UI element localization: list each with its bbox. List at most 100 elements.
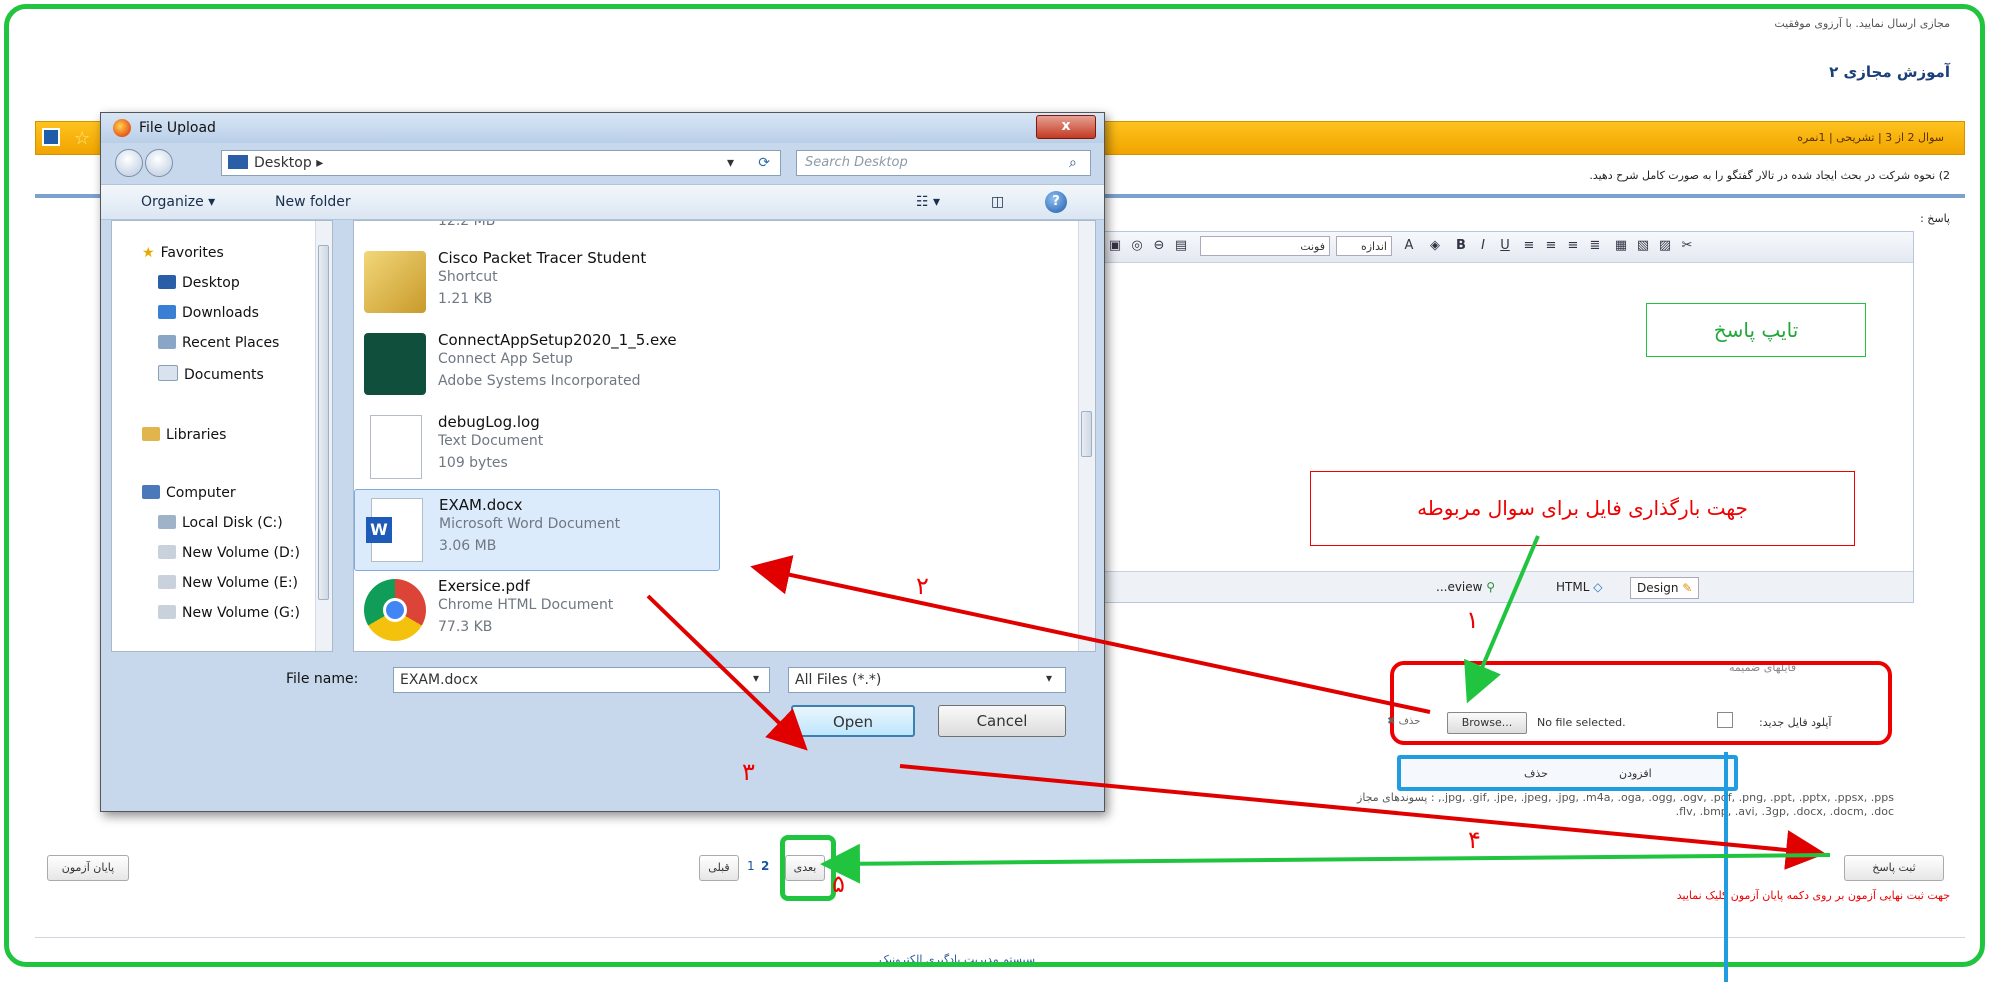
copy-icon[interactable]: ▧ [1634, 237, 1652, 255]
allowed-formats: پسوندهای مجاز : ,.jpg, .gif, .jpe, .jpeg… [1099, 791, 1894, 819]
footer-divider [35, 937, 1965, 938]
chrome-center [383, 598, 407, 622]
editor-mode-bar: ...eview ⚲ HTML ◇ Design ✎ [1100, 571, 1913, 602]
bold-icon[interactable]: B [1452, 237, 1470, 255]
chevron-down-icon[interactable]: ▾ [1046, 671, 1052, 685]
nav-volume-d[interactable]: New Volume (D:) [158, 545, 300, 561]
chevron-right-icon: ▸ [316, 155, 324, 171]
star-icon[interactable]: ☆ [74, 128, 90, 149]
nav-documents-label: Documents [184, 367, 264, 383]
image-icon[interactable]: ▣ [1106, 237, 1124, 255]
forward-icon[interactable] [145, 149, 173, 177]
nav-volume-e[interactable]: New Volume (E:) [158, 575, 298, 591]
organize-button[interactable]: Organize ▾ [141, 194, 215, 210]
design-mode-button[interactable]: Design ✎ [1630, 577, 1700, 599]
nav-libraries[interactable]: Libraries [142, 427, 226, 443]
page-number-1[interactable]: 1 [747, 859, 755, 873]
list-item-selected[interactable]: W EXAM.docx Microsoft Word Document 3.06… [354, 489, 720, 571]
file-list-scroll-thumb[interactable] [1081, 411, 1092, 457]
underline-icon[interactable]: U [1496, 237, 1514, 255]
list-item[interactable]: ConnectAppSetup2020_1_5.exe Connect App … [354, 325, 1064, 407]
file-list-scrollbar[interactable] [1078, 221, 1095, 651]
remove-file-link[interactable]: حذف ✖ [1387, 716, 1420, 727]
question-text: 2) نحوه شرکت در بحث ایجاد شده در تالار گ… [1589, 169, 1950, 182]
answer-editor[interactable]: ▣ ◎ ⊖ ▤ فونت اندازه A ◈ B I U ≡ ≡ ≡ ≣ ▦ … [1099, 231, 1914, 603]
nav-scroll-thumb[interactable] [318, 245, 329, 600]
align-center-icon[interactable]: ≡ [1542, 237, 1560, 255]
nav-computer[interactable]: Computer [142, 485, 236, 501]
html-mode-button[interactable]: HTML ◇ [1550, 577, 1608, 597]
font-select[interactable]: فونت [1200, 236, 1330, 256]
drive-icon [158, 575, 176, 589]
nav-scrollbar[interactable] [315, 221, 332, 651]
help-icon[interactable]: ◎ [1128, 237, 1146, 255]
font-color-icon[interactable]: A [1400, 237, 1418, 255]
top-note: مجازی ارسال نمایید. با آرزوی موفقیت [1774, 17, 1950, 30]
search-icon[interactable]: ⌕ [1069, 155, 1077, 171]
nav-vol-e-label: New Volume (E:) [182, 575, 298, 591]
address-bar[interactable]: Desktop ▸ ▾ ⟳ [221, 150, 781, 176]
list-item[interactable]: Cisco Packet Tracer Student Shortcut 1.2… [354, 243, 1064, 325]
list-item[interactable]: debugLog.log Text Document 109 bytes [354, 407, 1064, 489]
nav-favorites[interactable]: ★ Favorites [142, 245, 224, 261]
dialog-title: File Upload [139, 120, 216, 136]
chevron-down-icon[interactable]: ▾ [753, 671, 759, 685]
nav-volume-g[interactable]: New Volume (G:) [158, 605, 300, 621]
add-button[interactable]: افزودن [1619, 767, 1652, 780]
step-2-number: ۲ [916, 572, 929, 600]
bookmark-icon[interactable] [42, 128, 60, 146]
paste-text-icon[interactable]: ▨ [1656, 237, 1674, 255]
file-size: 77.3 KB [438, 619, 493, 635]
justify-icon[interactable]: ≣ [1586, 237, 1604, 255]
italic-icon[interactable]: I [1474, 237, 1492, 255]
file-type: Chrome HTML Document [438, 597, 614, 613]
file-name-input[interactable]: EXAM.docx [393, 667, 770, 693]
nav-documents[interactable]: Documents [158, 365, 264, 383]
address-row: Desktop ▸ ▾ ⟳ Search Desktop ⌕ [101, 143, 1104, 183]
cancel-button[interactable]: Cancel [938, 705, 1066, 737]
file-type: Connect App Setup [438, 351, 573, 367]
previous-button[interactable]: قبلی [699, 855, 739, 881]
firefox-icon [113, 119, 131, 137]
align-right-icon[interactable]: ≡ [1564, 237, 1582, 255]
search-input[interactable]: Search Desktop [796, 150, 1091, 176]
nav-local-disk-c[interactable]: Local Disk (C:) [158, 515, 283, 531]
nav-recent-places[interactable]: Recent Places [158, 335, 279, 351]
back-icon[interactable] [115, 149, 143, 177]
nav-desktop[interactable]: Desktop [158, 275, 240, 291]
file-type-select[interactable]: All Files (*.*) [788, 667, 1066, 693]
allowed-formats-line1: پسوندهای مجاز : ,.jpg, .gif, .jpe, .jpeg… [1357, 791, 1894, 804]
align-left-icon[interactable]: ≡ [1520, 237, 1538, 255]
list-item[interactable]: Exersice.pdf Chrome HTML Document 77.3 K… [354, 571, 1064, 651]
next-highlight-box [780, 835, 836, 901]
chart-icon[interactable]: ▤ [1172, 237, 1190, 255]
nav-downloads[interactable]: Downloads [158, 305, 259, 321]
new-upload-checkbox[interactable] [1717, 712, 1733, 728]
help-icon[interactable]: ? [1045, 191, 1067, 213]
file-upload-dialog: File Upload x Desktop ▸ ▾ ⟳ Search Deskt… [100, 112, 1105, 812]
file-size: 3.06 MB [439, 538, 497, 554]
delete-button[interactable]: حذف [1524, 767, 1548, 780]
step-5-number: ۵ [832, 870, 845, 898]
new-folder-button[interactable]: New folder [275, 194, 351, 210]
size-select[interactable]: اندازه [1336, 236, 1392, 256]
list-item[interactable]: 12.2 MB [354, 221, 1064, 241]
preview-mode-button[interactable]: ...eview ⚲ [1430, 577, 1501, 597]
nav-downloads-label: Downloads [182, 305, 259, 321]
paste-icon[interactable]: ▦ [1612, 237, 1630, 255]
highlight-icon[interactable]: ◈ [1426, 237, 1444, 255]
cut-icon[interactable]: ✂ [1678, 237, 1696, 255]
media-icon[interactable]: ⊖ [1150, 237, 1168, 255]
open-button[interactable]: Open [791, 705, 915, 737]
refresh-icon[interactable]: ⟳ [758, 151, 770, 175]
submit-answer-button[interactable]: ثبت پاسخ [1844, 855, 1944, 881]
dialog-titlebar[interactable]: File Upload x [101, 113, 1104, 143]
page-number-2[interactable]: 2 [761, 859, 769, 873]
browse-button[interactable]: Browse... [1447, 712, 1527, 734]
end-exam-button[interactable]: پایان آزمون [47, 855, 129, 881]
close-button[interactable]: x [1036, 115, 1096, 139]
downloads-icon [158, 305, 176, 319]
chevron-down-icon[interactable]: ▾ [727, 151, 734, 175]
preview-pane-icon[interactable]: ◫ [991, 194, 1004, 210]
view-icon[interactable]: ☷ ▾ [916, 194, 940, 210]
